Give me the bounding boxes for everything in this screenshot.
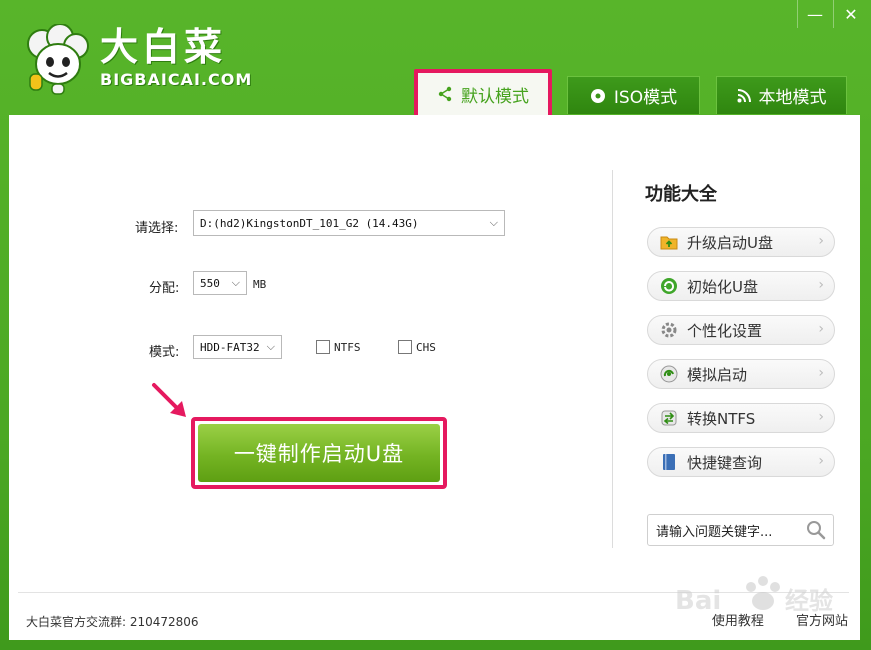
feature-label: 模拟启动 (687, 365, 748, 384)
features-title: 功能大全 (645, 184, 717, 205)
brand-url: BIGBAICAI.COM (100, 70, 253, 89)
feature-label: 初始化U盘 (687, 277, 758, 296)
share-icon (438, 86, 452, 102)
cabbage-mascot-logo (27, 24, 89, 95)
checkbox-box (316, 340, 330, 354)
search-icon[interactable] (805, 519, 827, 541)
device-label: 请选择: (135, 221, 179, 236)
device-value: D:(hd2)KingstonDT_101_G2 (14.43G) (200, 216, 419, 230)
pointer-arrow-icon (152, 383, 186, 417)
checkbox-box (398, 340, 412, 354)
chevron-down-icon: ⌵ (489, 216, 498, 229)
tab-local-label: 本地模式 (758, 88, 827, 108)
recycle-icon (660, 277, 678, 295)
alloc-unit: MB (253, 278, 267, 291)
feature-hotkey-lookup[interactable]: 快捷键查询 › (647, 447, 835, 477)
make-boot-usb-button[interactable]: 一键制作启动U盘 (198, 424, 440, 482)
tab-iso-label: ISO模式 (613, 88, 678, 108)
tab-local-mode[interactable]: 本地模式 (716, 76, 847, 114)
tab-default-label: 默认模式 (461, 86, 529, 107)
alloc-select[interactable]: 550 ⌵ (193, 271, 247, 295)
book-icon (660, 453, 678, 471)
search-input[interactable]: 请输入问题关键字... (647, 514, 834, 546)
make-button-highlight: 一键制作启动U盘 (191, 417, 447, 489)
ntfs-checkbox[interactable]: NTFS (316, 340, 361, 354)
brand-name: 大白菜 (100, 25, 227, 69)
feature-label: 个性化设置 (687, 321, 763, 340)
feature-label: 升级启动U盘 (687, 233, 773, 252)
convert-icon (660, 409, 678, 427)
chs-label: CHS (416, 340, 436, 354)
tab-iso-mode[interactable]: ISO模式 (567, 76, 700, 114)
rss-icon (737, 88, 751, 102)
chevron-right-icon: › (818, 409, 824, 425)
chevron-down-icon: ⌵ (231, 276, 240, 289)
baidu-watermark-logo: Bai 经验 (675, 576, 833, 616)
feature-label: 转换NTFS (687, 409, 756, 428)
mode-label: 模式: (149, 345, 180, 360)
chevron-right-icon: › (818, 233, 824, 249)
feature-personalize[interactable]: 个性化设置 › (647, 315, 835, 345)
vertical-divider (612, 170, 613, 548)
chevron-right-icon: › (818, 277, 824, 293)
feature-label: 快捷键查询 (687, 453, 763, 472)
svg-text:经验: 经验 (785, 587, 833, 615)
mode-value: HDD-FAT32 (200, 340, 260, 354)
mode-select[interactable]: HDD-FAT32 ⌵ (193, 335, 282, 359)
feature-init-usb[interactable]: 初始化U盘 › (647, 271, 835, 301)
feature-upgrade-usb[interactable]: 升级启动U盘 › (647, 227, 835, 257)
app-window: — ✕ 大白菜 BIGBAICAI.COM 默认模式 ISO模式 本地模式 请选… (0, 0, 871, 650)
feature-convert-ntfs[interactable]: 转换NTFS › (647, 403, 835, 433)
gear-icon (660, 321, 678, 339)
tab-default-mode[interactable]: 默认模式 (414, 69, 552, 119)
chs-checkbox[interactable]: CHS (398, 340, 436, 354)
chevron-right-icon: › (818, 453, 824, 469)
feature-simulate-boot[interactable]: 模拟启动 › (647, 359, 835, 389)
close-button[interactable]: ✕ (833, 0, 868, 28)
alloc-label: 分配: (149, 281, 180, 296)
device-select[interactable]: D:(hd2)KingstonDT_101_G2 (14.43G) ⌵ (193, 210, 505, 236)
brand-block: 大白菜 BIGBAICAI.COM (100, 26, 252, 89)
chevron-right-icon: › (818, 321, 824, 337)
chevron-down-icon: ⌵ (266, 340, 275, 353)
search-placeholder: 请输入问题关键字... (656, 524, 773, 540)
disc-icon (590, 88, 605, 103)
folder-upgrade-icon (660, 233, 678, 251)
svg-text:Bai: Bai (675, 586, 721, 616)
alloc-value: 550 (200, 276, 220, 290)
ntfs-label: NTFS (334, 340, 361, 354)
minimize-button[interactable]: — (797, 0, 832, 28)
chevron-right-icon: › (818, 365, 824, 381)
content-panel: 请选择: D:(hd2)KingstonDT_101_G2 (14.43G) ⌵… (9, 115, 860, 640)
simulate-icon (660, 365, 678, 383)
qq-group-text: 大白菜官方交流群: 210472806 (26, 615, 199, 629)
